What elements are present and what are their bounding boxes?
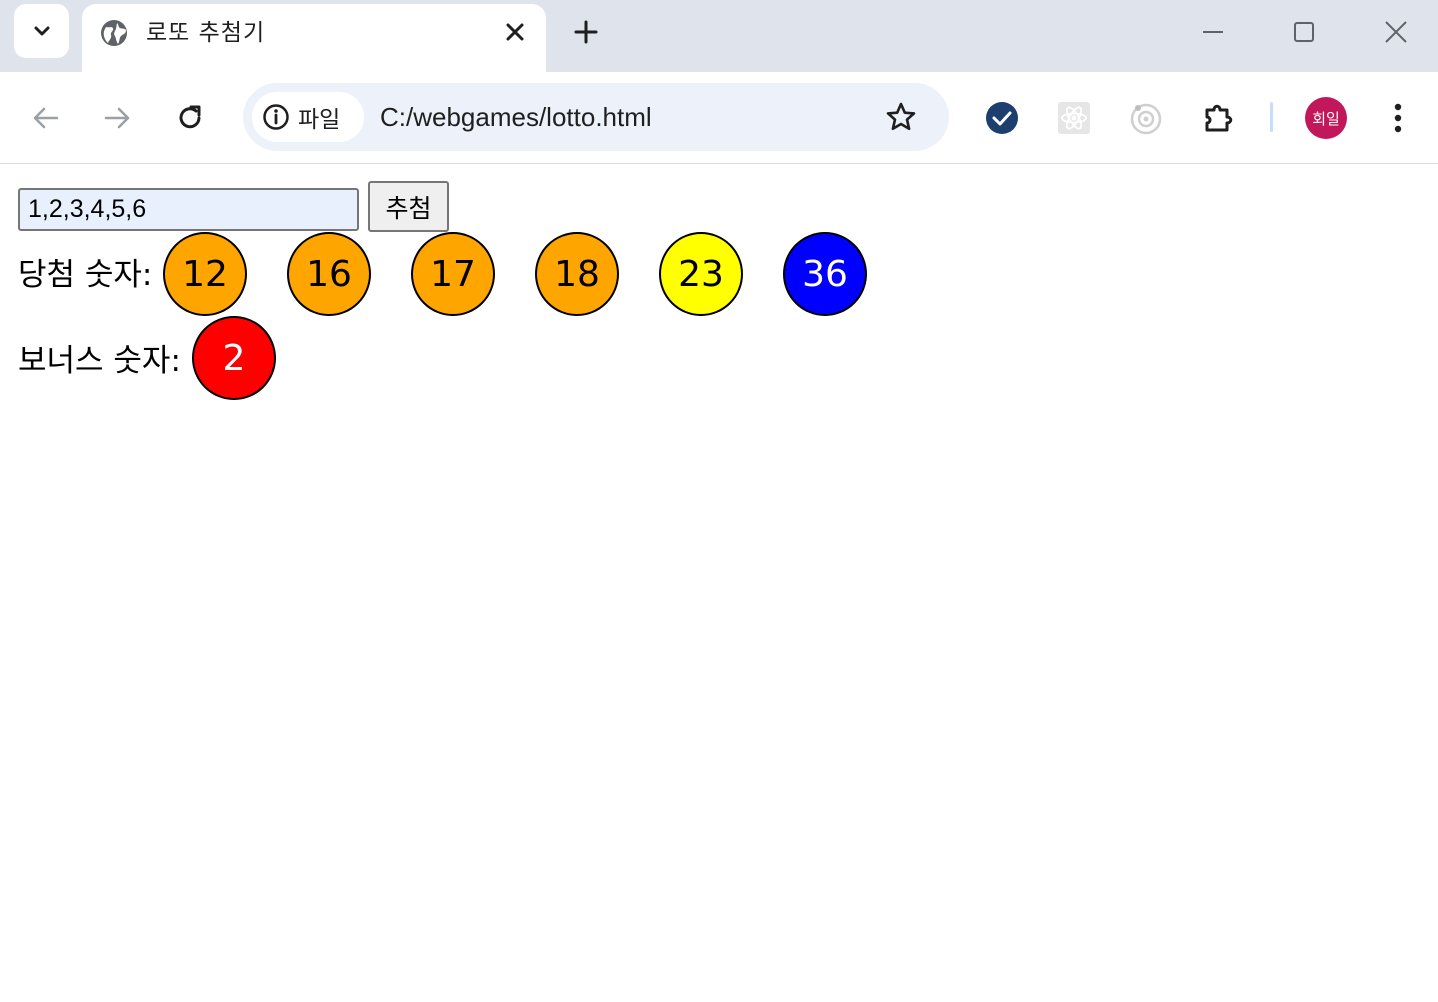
- plus-icon: [574, 20, 598, 44]
- winning-ball: 17: [411, 232, 495, 316]
- tab-strip: 로또 추첨기: [0, 0, 1438, 74]
- maximize-button[interactable]: [1286, 14, 1322, 50]
- winning-ball: 12: [163, 232, 247, 316]
- close-window-button[interactable]: [1378, 14, 1414, 50]
- draw-button[interactable]: 추첨: [368, 181, 449, 232]
- winning-ball: 36: [783, 232, 867, 316]
- info-icon: [263, 104, 289, 130]
- puzzle-icon: [1205, 104, 1233, 132]
- extensions-button[interactable]: [1199, 98, 1239, 138]
- reload-icon: [179, 105, 201, 129]
- forward-button[interactable]: [97, 98, 137, 138]
- winning-ball: 23: [659, 232, 743, 316]
- forward-arrow-icon: [104, 107, 130, 129]
- site-info-chip[interactable]: 파일: [252, 92, 364, 142]
- react-extension-button[interactable]: [1054, 98, 1094, 138]
- url-text[interactable]: C:/webgames/lotto.html: [380, 100, 652, 134]
- winning-ball: 16: [287, 232, 371, 316]
- checkmark-extension-icon: [986, 102, 1018, 134]
- address-bar[interactable]: 파일 C:/webgames/lotto.html: [243, 83, 949, 151]
- star-icon: [886, 102, 916, 131]
- tab-search-button[interactable]: [14, 4, 69, 58]
- bonus-number-label: 보너스 숫자:: [18, 343, 181, 379]
- new-tab-button[interactable]: [570, 16, 602, 48]
- page-content: 추첨 당첨 숫자: 12 16 17 18 23 36 보너스 숫자: 2: [0, 165, 1438, 1002]
- number-input[interactable]: [18, 188, 359, 231]
- minimize-button[interactable]: [1195, 14, 1231, 50]
- menu-button[interactable]: [1380, 98, 1416, 138]
- maximize-icon: [1294, 22, 1314, 42]
- reload-button[interactable]: [170, 98, 210, 138]
- close-icon: [506, 23, 524, 41]
- tab-title: 로또 추첨기: [146, 20, 266, 46]
- camera-extension-button[interactable]: [1126, 98, 1166, 138]
- active-tab[interactable]: 로또 추첨기: [82, 4, 546, 74]
- more-vert-icon: [1394, 103, 1402, 133]
- toolbar-divider: [1270, 102, 1273, 132]
- tab-close-button[interactable]: [502, 19, 528, 45]
- profile-avatar[interactable]: 회일: [1305, 97, 1347, 139]
- bonus-ball: 2: [192, 316, 276, 400]
- winning-numbers-label: 당첨 숫자:: [18, 257, 153, 293]
- close-window-icon: [1385, 21, 1407, 43]
- minimize-icon: [1203, 31, 1223, 33]
- globe-icon: [101, 20, 127, 46]
- react-extension-icon: [1058, 102, 1090, 134]
- back-arrow-icon: [33, 107, 59, 129]
- browser-toolbar: 파일 C:/webgames/lotto.html 회일: [0, 72, 1438, 164]
- bookmark-button[interactable]: [883, 99, 919, 135]
- camera-extension-icon: [1130, 103, 1162, 135]
- winning-ball: 18: [535, 232, 619, 316]
- tab-search-icon: [34, 26, 49, 36]
- checkmark-extension-button[interactable]: [982, 98, 1022, 138]
- site-chip-label: 파일: [298, 107, 341, 133]
- back-button[interactable]: [26, 98, 66, 138]
